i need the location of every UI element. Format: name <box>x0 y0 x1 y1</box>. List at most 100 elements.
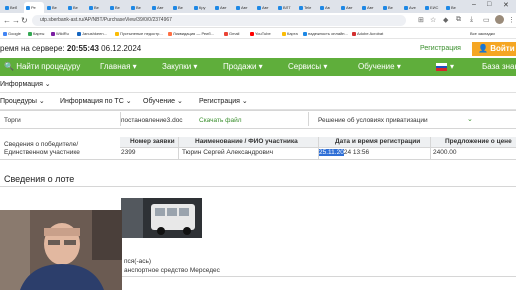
extension-icon[interactable]: ◆ <box>443 16 448 24</box>
browser-tab-strip: Веб Ре Ве Ве Ве Ве Ве Авт Ве Кру Авт Авт Авт ВЛТ Tele А… <box>0 0 516 13</box>
search-icon: 🔍 <box>4 62 14 71</box>
browser-tab[interactable]: Ве <box>171 2 191 13</box>
server-time: ремя на сервере: 20:55:43 06.12.2024 <box>0 44 141 53</box>
bookmark-favicon-icon <box>3 31 7 36</box>
translate-icon[interactable]: ⊞ <box>418 16 424 24</box>
browser-tab[interactable]: Авт <box>255 2 275 13</box>
user-icon: 👤 <box>478 44 488 53</box>
nav-item-education[interactable]: Обучение ▾ <box>358 62 401 71</box>
browser-tab[interactable]: Ве <box>87 2 107 13</box>
browser-tab[interactable]: Ве <box>45 2 65 13</box>
profile-avatar[interactable] <box>495 15 504 24</box>
browser-tab[interactable]: ЕИС <box>423 2 443 13</box>
lot-line-2: анспортное средство Мерседес <box>124 267 220 274</box>
browser-tab[interactable]: Ве <box>108 2 128 13</box>
login-button[interactable]: 👤 Войти <box>472 42 516 56</box>
bookmark-label: YouTube <box>255 31 271 36</box>
tab-label: Авт <box>346 5 353 10</box>
back-icon[interactable]: ← <box>3 16 11 25</box>
bookmark-item[interactable]: Janushkeen... <box>77 29 107 38</box>
webcam-overlay <box>0 210 122 290</box>
tab-label: Ве <box>115 5 120 10</box>
browser-tab[interactable]: Ве <box>66 2 86 13</box>
register-link[interactable]: Регистрация <box>420 45 461 52</box>
bookmark-favicon-icon <box>224 31 228 36</box>
browser-tab[interactable]: Tele <box>297 2 317 13</box>
language-chevron-icon[interactable]: ▾ <box>450 62 454 71</box>
browser-tab[interactable]: Ве <box>129 2 149 13</box>
tab-favicon-icon <box>404 5 408 10</box>
bookmark-item[interactable]: Ликвидация — Реиб... <box>168 29 214 38</box>
download-file-link[interactable]: Скачать файл <box>199 117 242 124</box>
browser-tab[interactable]: Ре <box>24 2 44 13</box>
bookmark-item[interactable]: Карта <box>282 29 298 38</box>
bookmark-item[interactable]: Adobe Acrobat <box>352 29 383 38</box>
tab-label: ЕИС <box>430 5 439 10</box>
download-icon[interactable]: ⤓ <box>470 16 473 24</box>
browser-tab[interactable]: Веб <box>3 2 23 13</box>
subnav-item-ts-info[interactable]: Информация по ТС ⌄ <box>60 97 132 105</box>
extensions-puzzle-icon[interactable]: ⧉ <box>456 16 461 24</box>
sub-nav-info: Информация ⌄ <box>0 76 516 93</box>
bookmark-item[interactable]: Gmail <box>224 29 239 38</box>
subnav-item-procedures[interactable]: Процедуры ⌄ <box>0 97 45 105</box>
address-bar[interactable]: utp.sberbank-ast.ru/AP/NBT/PurchaseView/… <box>32 15 406 26</box>
browser-tab[interactable]: Ав <box>318 2 338 13</box>
close-icon[interactable]: ✕ <box>503 1 509 9</box>
tab-label: Ве <box>94 5 99 10</box>
browser-tab[interactable]: ВЛТ <box>276 2 296 13</box>
bookmark-item[interactable]: Пустыненые недостр... <box>115 29 163 38</box>
find-procedure-label: Найти процедуру <box>16 62 81 71</box>
sub-nav-menu: Процедуры ⌄ Информация по ТС ⌄ Обучение … <box>0 93 516 110</box>
bookmarks-bar: Google Карты WildRu Janushkeen... Пустыненые… <box>0 28 516 39</box>
browser-tab[interactable]: Авт <box>234 2 254 13</box>
browser-tab[interactable]: Авт <box>150 2 170 13</box>
lot-section-title: Сведения о лоте <box>4 174 75 184</box>
subnav-item-education[interactable]: Обучение ⌄ <box>143 97 183 105</box>
bookmark-item[interactable]: надежность онлайн... <box>303 29 348 38</box>
reload-icon[interactable]: ↻ <box>21 16 28 25</box>
nav-item-sales[interactable]: Продажи ▾ <box>223 62 263 71</box>
table-cell-name: Тюрин Сергей Александрович <box>182 149 274 156</box>
browser-tab[interactable]: Ве <box>444 2 464 13</box>
forward-icon[interactable]: → <box>12 16 20 25</box>
bookmark-item[interactable]: YouTube <box>250 29 271 38</box>
subnav-item-info[interactable]: Информация ⌄ <box>0 80 51 88</box>
tab-favicon-icon <box>89 5 93 10</box>
bookmark-label: Карта <box>287 31 298 36</box>
bookmark-favicon-icon <box>28 31 32 36</box>
nav-item-services[interactable]: Сервисы ▾ <box>288 62 327 71</box>
chevron-down-icon[interactable]: ⌄ <box>467 115 473 123</box>
tab-label: Авт <box>367 5 374 10</box>
lot-photo[interactable] <box>121 198 202 238</box>
nav-item-purchases[interactable]: Закупки ▾ <box>162 62 197 71</box>
selected-text: 25.11.20 <box>319 149 344 156</box>
find-procedure-button[interactable]: 🔍 Найти процедуру <box>4 62 80 71</box>
all-bookmarks[interactable]: Все закладки <box>470 29 495 38</box>
language-flag-icon[interactable] <box>436 63 447 71</box>
bookmark-item[interactable]: Карты <box>28 29 44 38</box>
subnav-item-registration[interactable]: Регистрация ⌄ <box>199 97 248 105</box>
tab-favicon-icon <box>362 5 366 10</box>
sidebar-icon[interactable]: ▭ <box>483 16 490 24</box>
browser-tab[interactable]: Авт <box>339 2 359 13</box>
maximize-icon[interactable]: □ <box>487 1 491 8</box>
browser-tab[interactable]: Авт <box>213 2 233 13</box>
star-icon[interactable]: ☆ <box>430 16 436 24</box>
tab-favicon-icon <box>47 5 51 10</box>
browser-tab[interactable]: Ве <box>381 2 401 13</box>
nav-item-main[interactable]: Главная ▾ <box>100 62 137 71</box>
browser-tab[interactable]: Кру <box>192 2 212 13</box>
nav-item-knowledge-base[interactable]: База знан <box>482 62 516 71</box>
browser-tab[interactable]: Ave <box>402 2 422 13</box>
bookmark-item[interactable]: WildRu <box>51 29 69 38</box>
minimize-icon[interactable]: – <box>472 1 476 8</box>
browser-tab[interactable]: Авт <box>360 2 380 13</box>
table-cell-number: 2399 <box>121 149 136 156</box>
table-cell-date: 25.11.2024 13:56 <box>319 149 369 156</box>
menu-icon[interactable]: ⋮ <box>508 16 515 24</box>
bookmark-item[interactable]: Google <box>3 29 21 38</box>
url-text: utp.sberbank-ast.ru/AP/NBT/PurchaseView/… <box>40 17 172 23</box>
bookmark-label: Пустыненые недостр... <box>120 31 163 36</box>
tab-label: Авт <box>220 5 227 10</box>
